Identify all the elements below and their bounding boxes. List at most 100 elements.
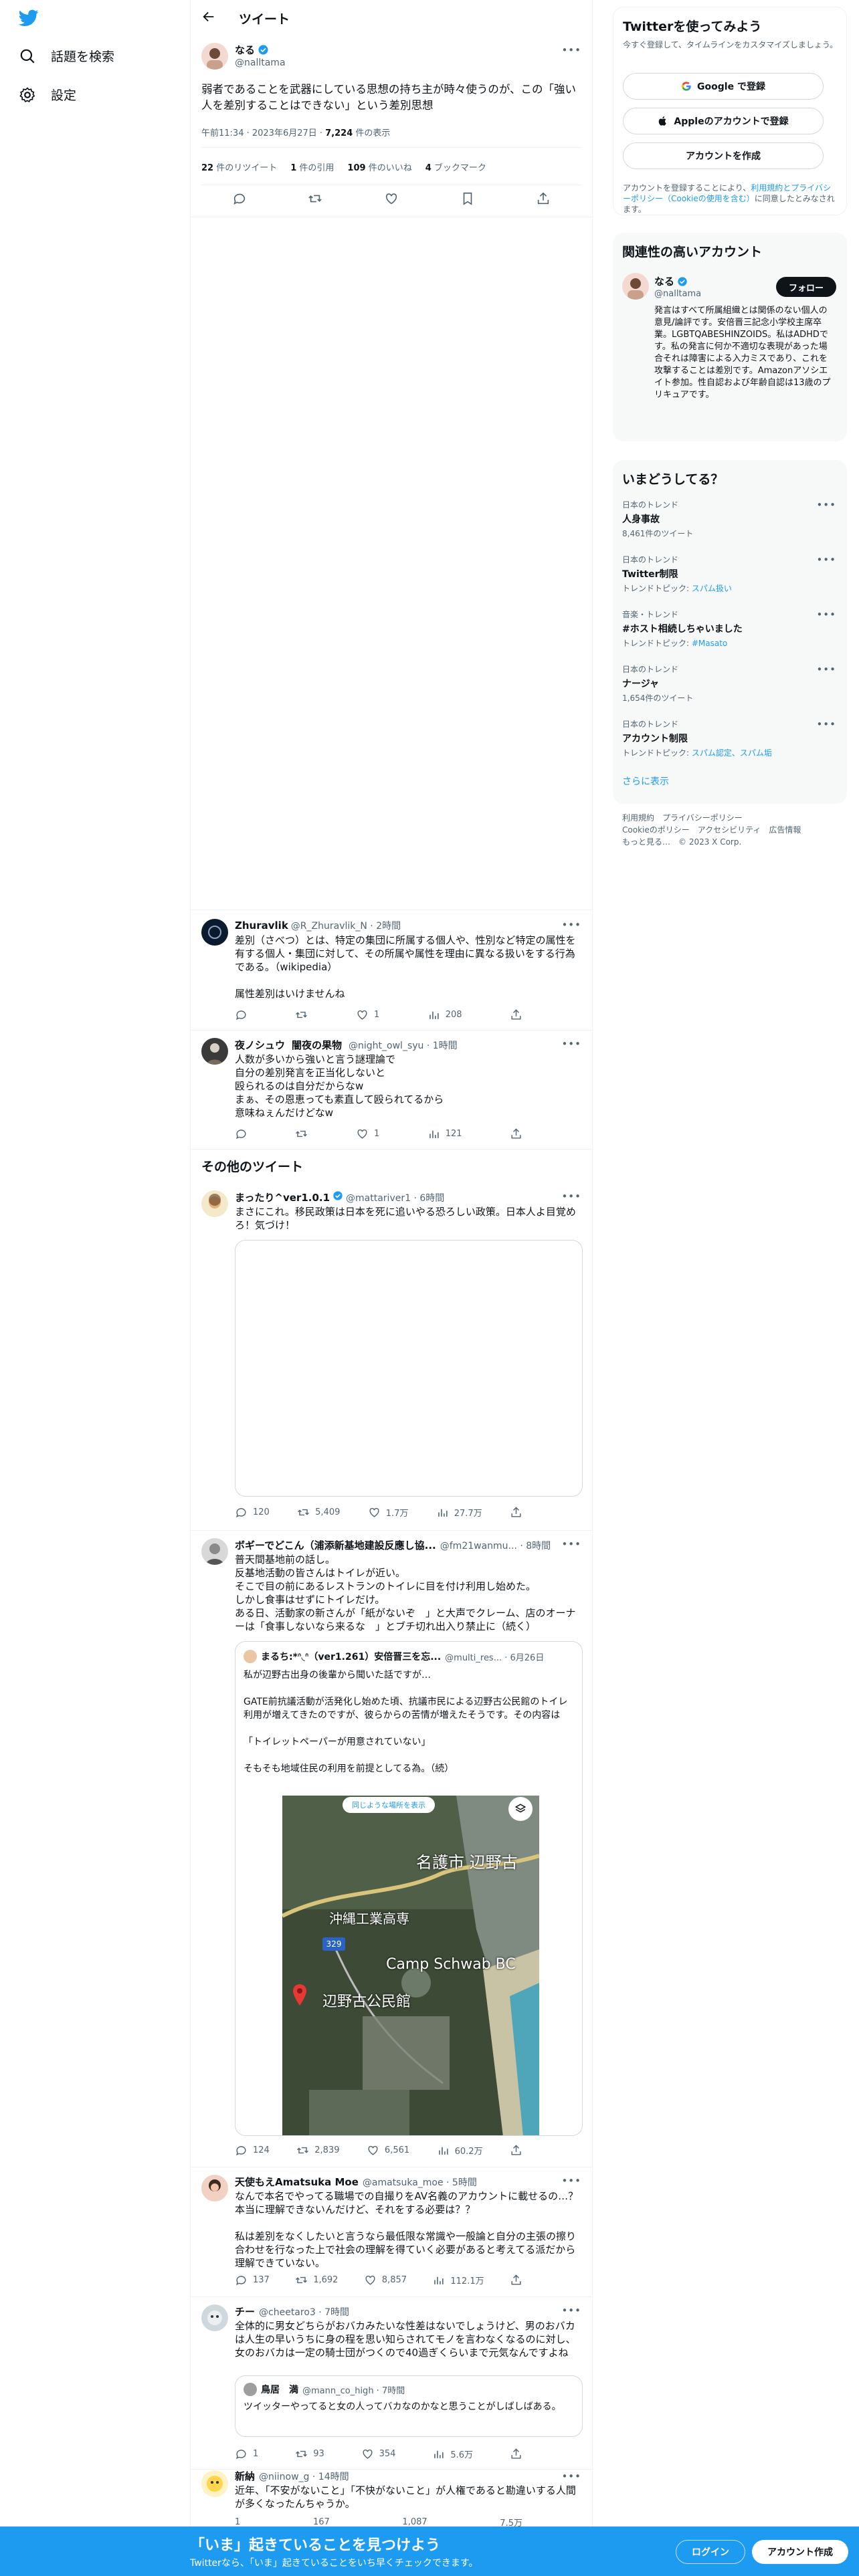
media-card[interactable] — [235, 1240, 583, 1497]
more-options-icon[interactable]: ••• — [561, 919, 581, 931]
more-options-icon[interactable]: ••• — [816, 609, 836, 621]
twitter-logo-icon[interactable] — [19, 9, 39, 27]
retweet-button[interactable] — [295, 1008, 308, 1021]
retweet-icon[interactable] — [308, 191, 322, 206]
views-button[interactable]: 112.1万 — [432, 2274, 484, 2286]
layers-icon[interactable] — [508, 1797, 533, 1821]
author-handle[interactable]: @nalltama — [235, 58, 286, 68]
trend-item[interactable]: 音楽・トレンド #ホスト相続しちゃいました トレンドトピック: #Masato … — [622, 609, 836, 649]
views-button[interactable]: 27.7万 — [436, 1506, 482, 1519]
like-button[interactable]: 1.7万 — [368, 1506, 408, 1519]
trend-item[interactable]: 日本のトレンド ナージャ 1,654件のツイート ••• — [622, 663, 836, 704]
retweet-button[interactable]: 93 — [295, 2448, 324, 2460]
nav-explore[interactable]: 話題を検索 — [19, 47, 114, 65]
footer-line[interactable]: Cookieのポリシー アクセシビリティ 広告情報 — [622, 824, 843, 836]
more-options-icon[interactable]: ••• — [561, 1538, 581, 1550]
author-handle[interactable]: @amatsuka_moe · 5時間 — [363, 2175, 477, 2189]
apple-signup-button[interactable]: Appleのアカウントで登録 — [623, 108, 824, 134]
reply-button[interactable]: 1 — [235, 2448, 258, 2460]
retweet-button[interactable]: 167 — [313, 2517, 330, 2527]
share-button[interactable] — [510, 1506, 522, 1519]
related-name[interactable]: なる — [654, 274, 674, 288]
author-handle[interactable]: @niinow_g · 14時間 — [259, 2470, 349, 2483]
author-name[interactable]: 天使もえAmatsuka Moe — [235, 2175, 359, 2189]
share-icon[interactable] — [536, 191, 551, 206]
reply-button[interactable]: 124 — [235, 2144, 270, 2157]
retweets-stat[interactable]: 22 件のリツイート — [201, 160, 277, 173]
login-button[interactable]: ログイン — [676, 2540, 745, 2564]
reply-button[interactable] — [235, 1008, 248, 1021]
share-button[interactable] — [510, 2448, 522, 2460]
more-options-icon[interactable]: ••• — [816, 718, 836, 730]
author-name[interactable]: ボギーでどこん（浦添新基地建設反應し協... — [235, 1538, 436, 1552]
like-icon[interactable] — [384, 191, 399, 206]
more-options-icon[interactable]: ••• — [561, 2470, 581, 2482]
author-handle[interactable]: @fm21wanmu... · 8時間 — [440, 1539, 551, 1552]
like-button[interactable]: 354 — [361, 2448, 395, 2460]
more-options-icon[interactable]: ••• — [816, 663, 836, 675]
similar-places-button[interactable]: 同じような場所を表示 — [343, 1797, 435, 1813]
signup-button[interactable]: アカウント作成 — [752, 2540, 848, 2564]
author-name[interactable]: なる — [235, 43, 255, 57]
author-handle[interactable]: @mattariver1 · 6時間 — [346, 1191, 444, 1204]
views-button[interactable]: 121 — [427, 1128, 462, 1140]
reply-button[interactable] — [235, 1128, 248, 1140]
trend-item[interactable]: 日本のトレンド アカウント制限 トレンドトピック: スパム認定、スパム垢 ••• — [622, 718, 836, 758]
author-name[interactable]: まったり^ver1.0.1 — [235, 1190, 330, 1204]
avatar[interactable] — [201, 919, 228, 946]
footer-line[interactable]: 利用規約 プライバシーポリシー — [622, 812, 843, 824]
more-options-icon[interactable]: ••• — [816, 554, 836, 566]
like-button[interactable]: 8,857 — [364, 2274, 407, 2286]
like-button[interactable]: 1 — [356, 1128, 379, 1140]
more-options-icon[interactable]: ••• — [561, 44, 581, 56]
back-arrow-icon[interactable] — [201, 9, 216, 24]
reply-button[interactable]: 120 — [235, 1506, 270, 1519]
more-options-icon[interactable]: ••• — [561, 1190, 581, 1202]
more-options-icon[interactable]: ••• — [816, 499, 836, 511]
more-options-icon[interactable]: ••• — [561, 2175, 581, 2187]
author-name-secondary[interactable]: 闇夜の果物 — [292, 1038, 342, 1052]
bookmarks-stat[interactable]: 4 ブックマーク — [425, 160, 486, 173]
avatar[interactable] — [201, 2304, 228, 2331]
like-button[interactable]: 6,561 — [367, 2144, 409, 2157]
quote-tweet-card[interactable]: まるち:*ᐢ◟ᐢ（ver1.261）安倍晋三を忘... @multi_res..… — [235, 1641, 583, 2136]
author-handle[interactable]: @night_owl_syu · 1時間 — [349, 1039, 458, 1052]
avatar[interactable] — [201, 43, 228, 70]
avatar[interactable] — [201, 2175, 228, 2202]
like-button[interactable]: 1 — [356, 1008, 379, 1021]
author-handle[interactable]: @R_Zhuravlik_N · 2時間 — [291, 919, 401, 932]
views-button[interactable]: 60.2万 — [437, 2144, 483, 2157]
share-button[interactable] — [510, 1008, 522, 1021]
avatar[interactable] — [201, 2470, 228, 2497]
tweet-time[interactable]: 午前11:34 · 2023年6月27日 · — [201, 128, 325, 138]
share-button[interactable] — [510, 2274, 522, 2286]
retweet-button[interactable] — [295, 1128, 308, 1140]
retweet-button[interactable]: 5,409 — [297, 1506, 340, 1519]
views-button[interactable]: 208 — [427, 1008, 462, 1021]
trend-item[interactable]: 日本のトレンド Twitter制限 トレンドトピック: スパム扱い ••• — [622, 554, 836, 594]
bookmark-icon[interactable] — [460, 191, 475, 206]
retweet-button[interactable]: 2,839 — [296, 2144, 339, 2157]
quotes-stat[interactable]: 1 件の引用 — [290, 160, 334, 173]
avatar[interactable] — [201, 1538, 228, 1565]
follow-button[interactable]: フォロー — [776, 277, 836, 297]
google-signup-button[interactable]: Google で登録 — [623, 73, 824, 100]
avatar[interactable] — [201, 1038, 228, 1065]
author-name[interactable]: チー — [235, 2304, 255, 2319]
footer-line[interactable]: もっと見る… © 2023 X Corp. — [622, 836, 843, 848]
like-button[interactable]: 1,087 — [402, 2517, 427, 2527]
share-button[interactable] — [510, 2144, 522, 2157]
quote-tweet-card[interactable]: 鳥居 満 @mann_co_high · 7時間 ツイッターやってると女の人って… — [235, 2375, 583, 2437]
author-name[interactable]: 新納 — [235, 2469, 255, 2483]
author-name[interactable]: Zhuravlik — [235, 920, 288, 932]
create-account-button[interactable]: アカウントを作成 — [623, 142, 824, 169]
trend-item[interactable]: 日本のトレンド 人身事故 8,461件のツイート ••• — [622, 499, 836, 539]
reply-button[interactable]: 137 — [235, 2274, 270, 2286]
map-image[interactable]: 同じような場所を表示 名護市 辺野古 沖縄工業高専 Camp Schwab BC… — [282, 1796, 539, 2135]
avatar[interactable] — [622, 273, 649, 300]
views-button[interactable]: 5.6万 — [432, 2448, 473, 2460]
retweet-button[interactable]: 1,692 — [295, 2274, 338, 2286]
related-handle[interactable]: @nalltama — [654, 289, 701, 299]
avatar[interactable] — [201, 1190, 228, 1217]
nav-settings[interactable]: 設定 — [19, 86, 76, 104]
